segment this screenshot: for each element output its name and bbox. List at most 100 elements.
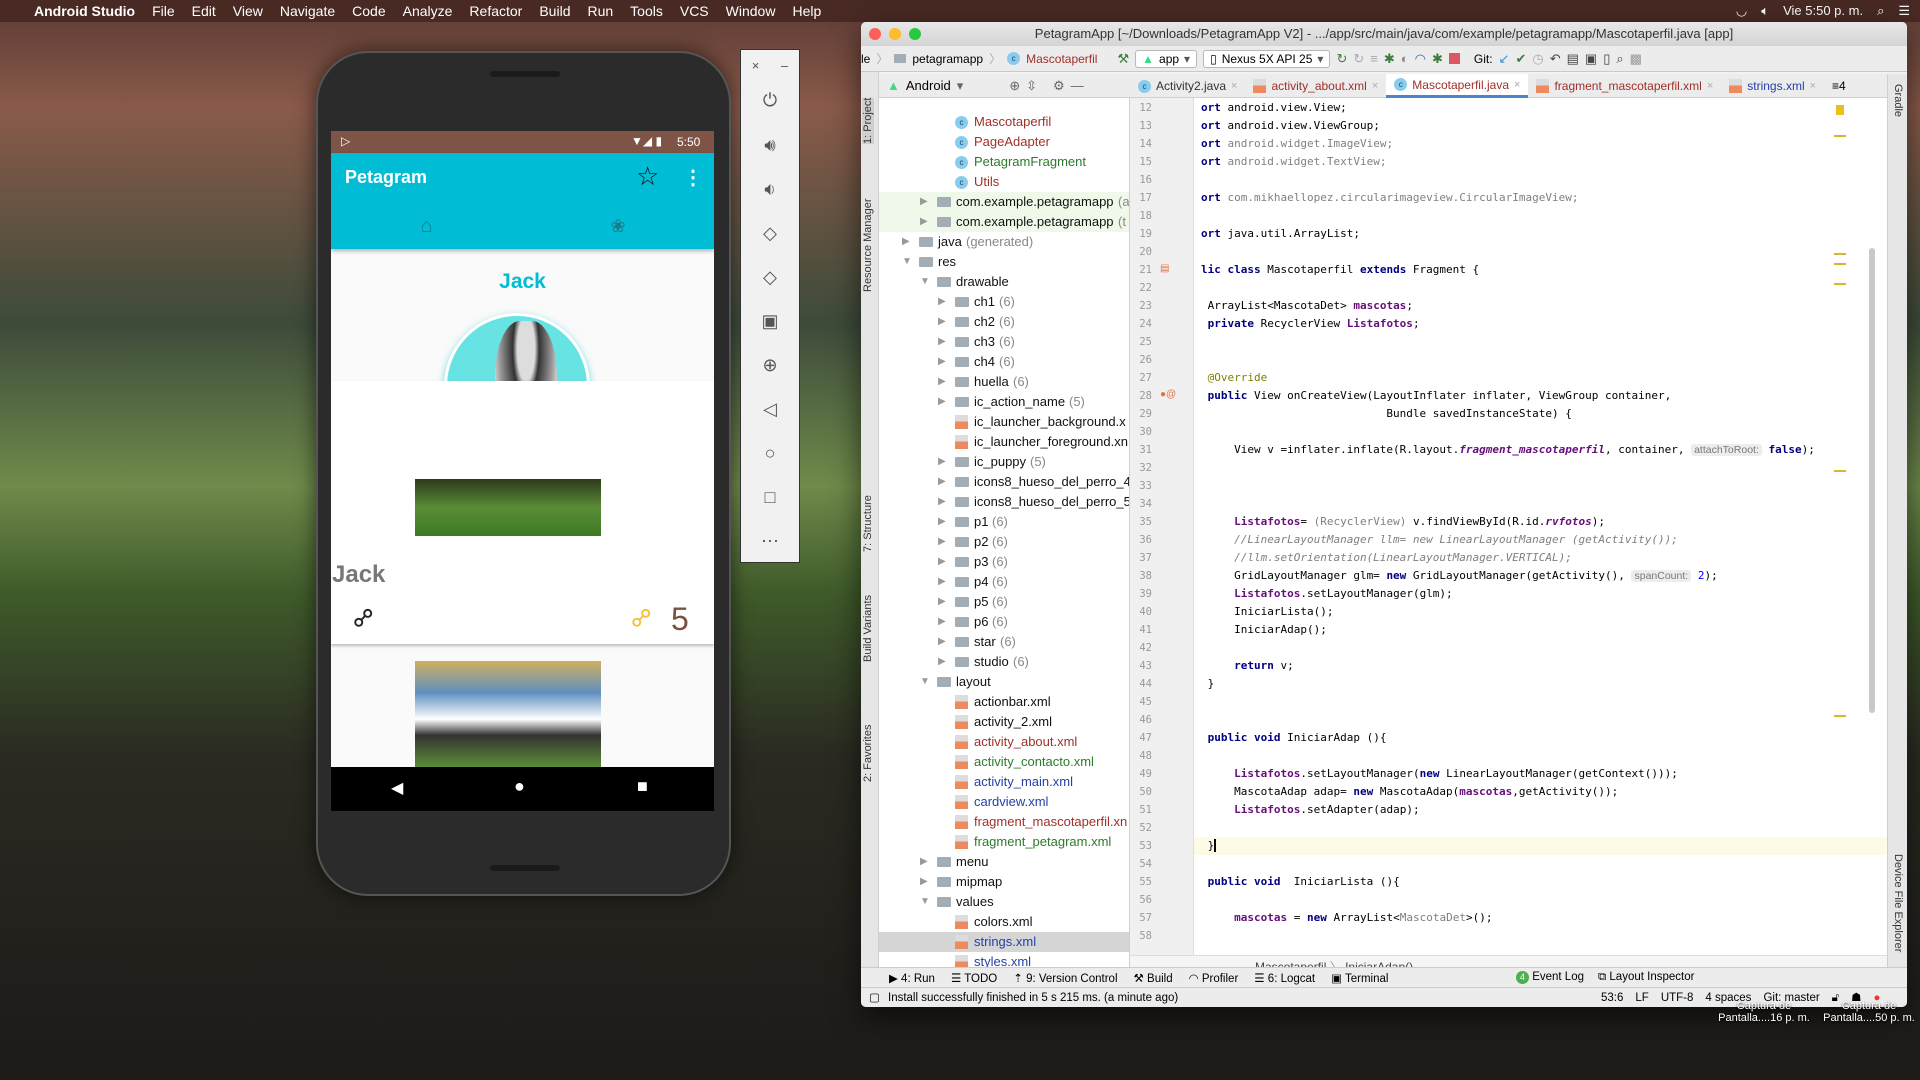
menu-file[interactable]: File xyxy=(152,3,175,19)
tree-item[interactable]: ▶ ch1 (6) xyxy=(879,292,1129,312)
apply-changes-icon[interactable]: ↻ xyxy=(1336,51,1347,67)
volume-down-icon[interactable]: 🔉︎ xyxy=(741,179,799,200)
tabs-overflow-button[interactable]: ≡4 xyxy=(1824,74,1854,98)
tree-item[interactable]: activity_main.xml xyxy=(879,772,1129,792)
tree-item[interactable]: strings.xml xyxy=(879,932,1129,952)
tree-item[interactable]: activity_about.xml xyxy=(879,732,1129,752)
tool-button-7-structure[interactable]: 7: Structure xyxy=(862,495,874,552)
collapsed-arrow-icon[interactable]: ▶ xyxy=(938,312,946,332)
related-layout-icon[interactable]: ▤ xyxy=(1160,263,1169,274)
user-avatar-icon[interactable]: ▩ xyxy=(1630,51,1642,67)
menu-view[interactable]: View xyxy=(233,3,263,19)
collapsed-arrow-icon[interactable]: ▶ xyxy=(938,512,946,532)
collapse-all-icon[interactable]: ⇳ xyxy=(1026,78,1037,94)
desktop-file[interactable]: Captura de Pantalla....50 p. m. xyxy=(1818,1000,1920,1024)
tree-item[interactable]: styles.xml xyxy=(879,952,1129,967)
breadcrumb-item[interactable]: Mascotaperfil xyxy=(1026,52,1097,66)
volume-icon[interactable]: 🔈︎ xyxy=(1761,3,1769,19)
pet-card[interactable]: Jack ⚯ ⚯ 5 xyxy=(331,381,714,644)
tree-item[interactable]: ▶ icons8_hueso_del_perro_5 xyxy=(879,492,1129,512)
collapsed-arrow-icon[interactable]: ▶ xyxy=(920,872,928,892)
overview-icon[interactable]: □ xyxy=(741,487,799,508)
tree-item[interactable]: actionbar.xml xyxy=(879,692,1129,712)
gradle-tool-button[interactable]: Gradle xyxy=(1892,84,1904,117)
tree-item[interactable]: c Mascotaperfil xyxy=(879,112,1129,132)
desktop-file[interactable]: Captura de Pantalla....16 p. m. xyxy=(1714,1000,1814,1024)
collapsed-arrow-icon[interactable]: ▶ xyxy=(938,452,946,472)
collapsed-arrow-icon[interactable]: ▶ xyxy=(938,552,946,572)
caret-position[interactable]: 53:6 xyxy=(1601,988,1623,1007)
notification-center-icon[interactable]: ☰ xyxy=(1898,3,1910,19)
collapsed-arrow-icon[interactable]: ▶ xyxy=(920,852,928,872)
tree-item[interactable]: ▶ java (generated) xyxy=(879,232,1129,252)
git-commit-icon[interactable]: ✔ xyxy=(1515,51,1526,67)
breadcrumb-item[interactable]: petagramapp xyxy=(912,52,983,66)
project-view-select[interactable]: Android xyxy=(906,78,951,93)
tree-item[interactable]: ▶ ch3 (6) xyxy=(879,332,1129,352)
collapsed-arrow-icon[interactable]: ▶ xyxy=(938,572,946,592)
tree-item[interactable]: ▶ p6 (6) xyxy=(879,612,1129,632)
nav-back-icon[interactable]: ◀ xyxy=(391,778,403,798)
line-separator[interactable]: LF xyxy=(1635,988,1648,1007)
close-tab-icon[interactable]: × xyxy=(1231,80,1237,92)
tool-window-terminal[interactable]: ▣ Terminal xyxy=(1331,971,1388,985)
device-file-explorer-tool-button[interactable]: Device File Explorer xyxy=(1892,854,1904,952)
star-icon[interactable]: ☆ xyxy=(636,161,659,192)
collapsed-arrow-icon[interactable]: ▶ xyxy=(938,392,946,412)
menu-analyze[interactable]: Analyze xyxy=(403,3,453,19)
tree-item[interactable]: ▶ p5 (6) xyxy=(879,592,1129,612)
collapsed-arrow-icon[interactable]: ▶ xyxy=(920,212,928,232)
tree-item[interactable]: ▶ ic_puppy (5) xyxy=(879,452,1129,472)
overflow-menu-icon[interactable]: ⋮ xyxy=(683,165,703,190)
tree-item[interactable]: ▶ mipmap xyxy=(879,872,1129,892)
run-tests-icon[interactable]: ≡ xyxy=(1370,51,1378,66)
expanded-arrow-icon[interactable]: ▼ xyxy=(920,272,930,292)
tree-item[interactable]: ▶ menu xyxy=(879,852,1129,872)
tool-button-2-favorites[interactable]: 2: Favorites xyxy=(862,725,874,782)
editor-tab[interactable]: c Activity2.java × xyxy=(1130,74,1245,98)
search-everywhere-icon[interactable]: ⌕ xyxy=(1616,51,1623,67)
collapsed-arrow-icon[interactable]: ▶ xyxy=(938,332,946,352)
rotate-right-icon[interactable]: ◇ xyxy=(741,267,799,288)
project-tree[interactable]: c Mascotaperfil c PageAdapter c PetagramFragm… xyxy=(879,98,1130,967)
spotlight-search-icon[interactable]: ⌕ xyxy=(1877,3,1884,19)
locate-icon[interactable]: ⊕ xyxy=(1009,78,1020,94)
menu-help[interactable]: Help xyxy=(792,3,821,19)
zoom-window-button[interactable] xyxy=(909,28,921,40)
rotate-left-icon[interactable]: ◇ xyxy=(741,223,799,244)
toggle-tool-windows-icon[interactable]: ▢ xyxy=(869,988,880,1007)
close-tab-icon[interactable]: × xyxy=(1372,80,1378,92)
git-update-icon[interactable]: ↙ xyxy=(1499,51,1510,67)
tool-window-profiler[interactable]: ◠ Profiler xyxy=(1189,971,1239,985)
tree-item[interactable]: ▶ studio (6) xyxy=(879,652,1129,672)
event-log-button[interactable]: 4 Event Log xyxy=(1516,970,1584,984)
tool-button-1-project[interactable]: 1: Project xyxy=(862,97,874,144)
breadcrumb-item[interactable]: le xyxy=(861,52,870,66)
tool-window-6-logcat[interactable]: ☰ 6: Logcat xyxy=(1254,971,1315,985)
tree-item[interactable]: ▶ ic_action_name (5) xyxy=(879,392,1129,412)
tree-item[interactable]: c PetagramFragment xyxy=(879,152,1129,172)
collapsed-arrow-icon[interactable]: ▶ xyxy=(920,192,928,212)
close-tab-icon[interactable]: × xyxy=(1810,80,1816,92)
minimize-icon[interactable]: – xyxy=(770,58,799,73)
tree-item[interactable]: c PageAdapter xyxy=(879,132,1129,152)
collapsed-arrow-icon[interactable]: ▶ xyxy=(938,372,946,392)
editor-tab[interactable]: fragment_mascotaperfil.xml × xyxy=(1528,74,1721,98)
collapsed-arrow-icon[interactable]: ▶ xyxy=(938,592,946,612)
wifi-icon[interactable]: ◡ xyxy=(1736,3,1747,19)
tree-item[interactable]: fragment_petagram.xml xyxy=(879,832,1129,852)
zoom-icon[interactable]: ⊕ xyxy=(741,355,799,376)
tree-item[interactable]: fragment_mascotaperfil.xn xyxy=(879,812,1129,832)
tree-item[interactable]: activity_contacto.xml xyxy=(879,752,1129,772)
tree-item[interactable]: ▼ values xyxy=(879,892,1129,912)
collapsed-arrow-icon[interactable]: ▶ xyxy=(938,492,946,512)
tree-item[interactable]: ▶ com.example.petagramapp (a xyxy=(879,192,1129,212)
run-config-select[interactable]: ▲ app ▾ xyxy=(1135,49,1198,68)
clock[interactable]: Vie 5:50 p. m. xyxy=(1783,3,1863,19)
menu-app-name[interactable]: Android Studio xyxy=(34,3,135,19)
menu-navigate[interactable]: Navigate xyxy=(280,3,335,19)
volume-up-icon[interactable]: 🔊︎ xyxy=(741,135,799,156)
tool-window-build[interactable]: ⚒ Build xyxy=(1134,971,1173,985)
tree-item[interactable]: ▶ p4 (6) xyxy=(879,572,1129,592)
menu-tools[interactable]: Tools xyxy=(630,3,663,19)
